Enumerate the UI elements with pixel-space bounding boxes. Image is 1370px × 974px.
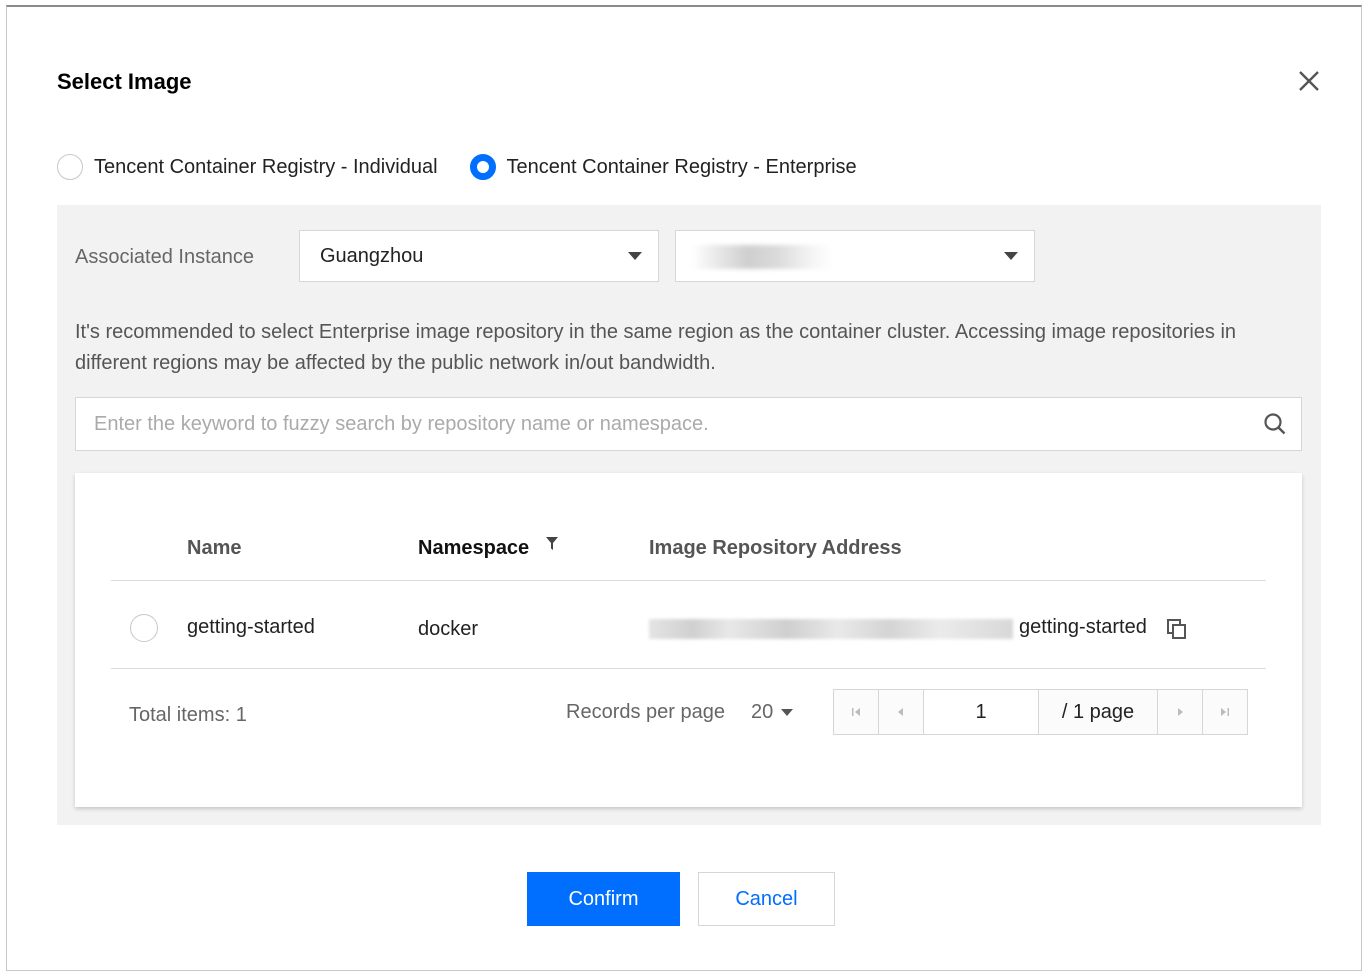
chevron-down-icon — [781, 709, 794, 717]
radio-checked-icon[interactable] — [469, 154, 496, 180]
table-row-divider — [111, 668, 1266, 669]
associated-instance-label: Associated Instance — [75, 246, 254, 268]
enterprise-registry-panel: Associated Instance Guangzhou It's recom… — [57, 205, 1321, 825]
registry-option-enterprise[interactable]: Tencent Container Registry - Enterprise — [469, 154, 857, 180]
page-size-select[interactable]: 20 — [751, 701, 794, 724]
current-page-input[interactable]: 1 — [924, 690, 1039, 734]
row-select-radio[interactable] — [130, 614, 158, 642]
next-page-button[interactable] — [1158, 690, 1203, 734]
redacted-address-prefix — [649, 619, 1013, 639]
region-select-value: Guangzhou — [320, 245, 424, 267]
select-image-dialog: Select Image Tencent Container Registry … — [6, 5, 1362, 971]
last-page-button[interactable] — [1203, 690, 1247, 734]
pagination-control: 1 / 1 page — [833, 689, 1248, 735]
repository-search — [75, 397, 1302, 451]
region-select[interactable]: Guangzhou — [299, 230, 659, 282]
prev-page-button[interactable] — [879, 690, 924, 734]
repository-namespace: docker — [418, 618, 479, 640]
column-header-name: Name — [187, 537, 242, 559]
confirm-button[interactable]: Confirm — [527, 872, 680, 926]
search-icon[interactable] — [1263, 412, 1287, 436]
first-page-button[interactable] — [834, 690, 879, 734]
instance-select[interactable] — [675, 230, 1035, 282]
repository-table-card: Name Namespace Image Repository Address … — [75, 473, 1302, 807]
column-header-address: Image Repository Address — [649, 537, 902, 559]
total-items-count: 1 — [235, 704, 247, 726]
region-notice: It's recommended to select Enterprise im… — [75, 321, 1237, 374]
total-items-label: Total items: — [129, 704, 231, 726]
page-size-value: 20 — [751, 701, 774, 723]
repository-address-suffix: getting-started — [1019, 616, 1147, 638]
column-header-namespace[interactable]: Namespace — [418, 537, 529, 560]
chevron-down-icon — [1004, 252, 1018, 260]
radio-unchecked-icon[interactable] — [57, 154, 83, 180]
total-pages: / 1 page — [1039, 690, 1158, 734]
close-icon[interactable] — [1295, 67, 1323, 95]
first-page-icon — [852, 708, 860, 716]
filter-icon[interactable] — [545, 536, 559, 552]
search-input[interactable] — [76, 398, 1246, 450]
redacted-instance-name — [692, 245, 832, 269]
table-header-divider — [111, 580, 1266, 581]
chevron-down-icon — [628, 252, 642, 260]
last-page-icon — [1221, 708, 1229, 716]
total-items: Total items: 1 — [129, 704, 247, 727]
repository-name: getting-started — [187, 616, 315, 638]
cancel-button[interactable]: Cancel — [698, 872, 835, 926]
registry-option-label: Tencent Container Registry - Enterprise — [506, 155, 857, 178]
copy-icon[interactable] — [1166, 618, 1188, 640]
records-per-page-label: Records per page — [566, 701, 725, 723]
registry-option-label: Tencent Container Registry - Individual — [94, 155, 438, 178]
dialog-title: Select Image — [57, 69, 192, 94]
prev-page-icon — [898, 708, 903, 716]
next-page-icon — [1178, 708, 1183, 716]
registry-option-individual[interactable]: Tencent Container Registry - Individual — [57, 154, 438, 180]
registry-type-radio-group: Tencent Container Registry - Individual … — [57, 152, 889, 182]
